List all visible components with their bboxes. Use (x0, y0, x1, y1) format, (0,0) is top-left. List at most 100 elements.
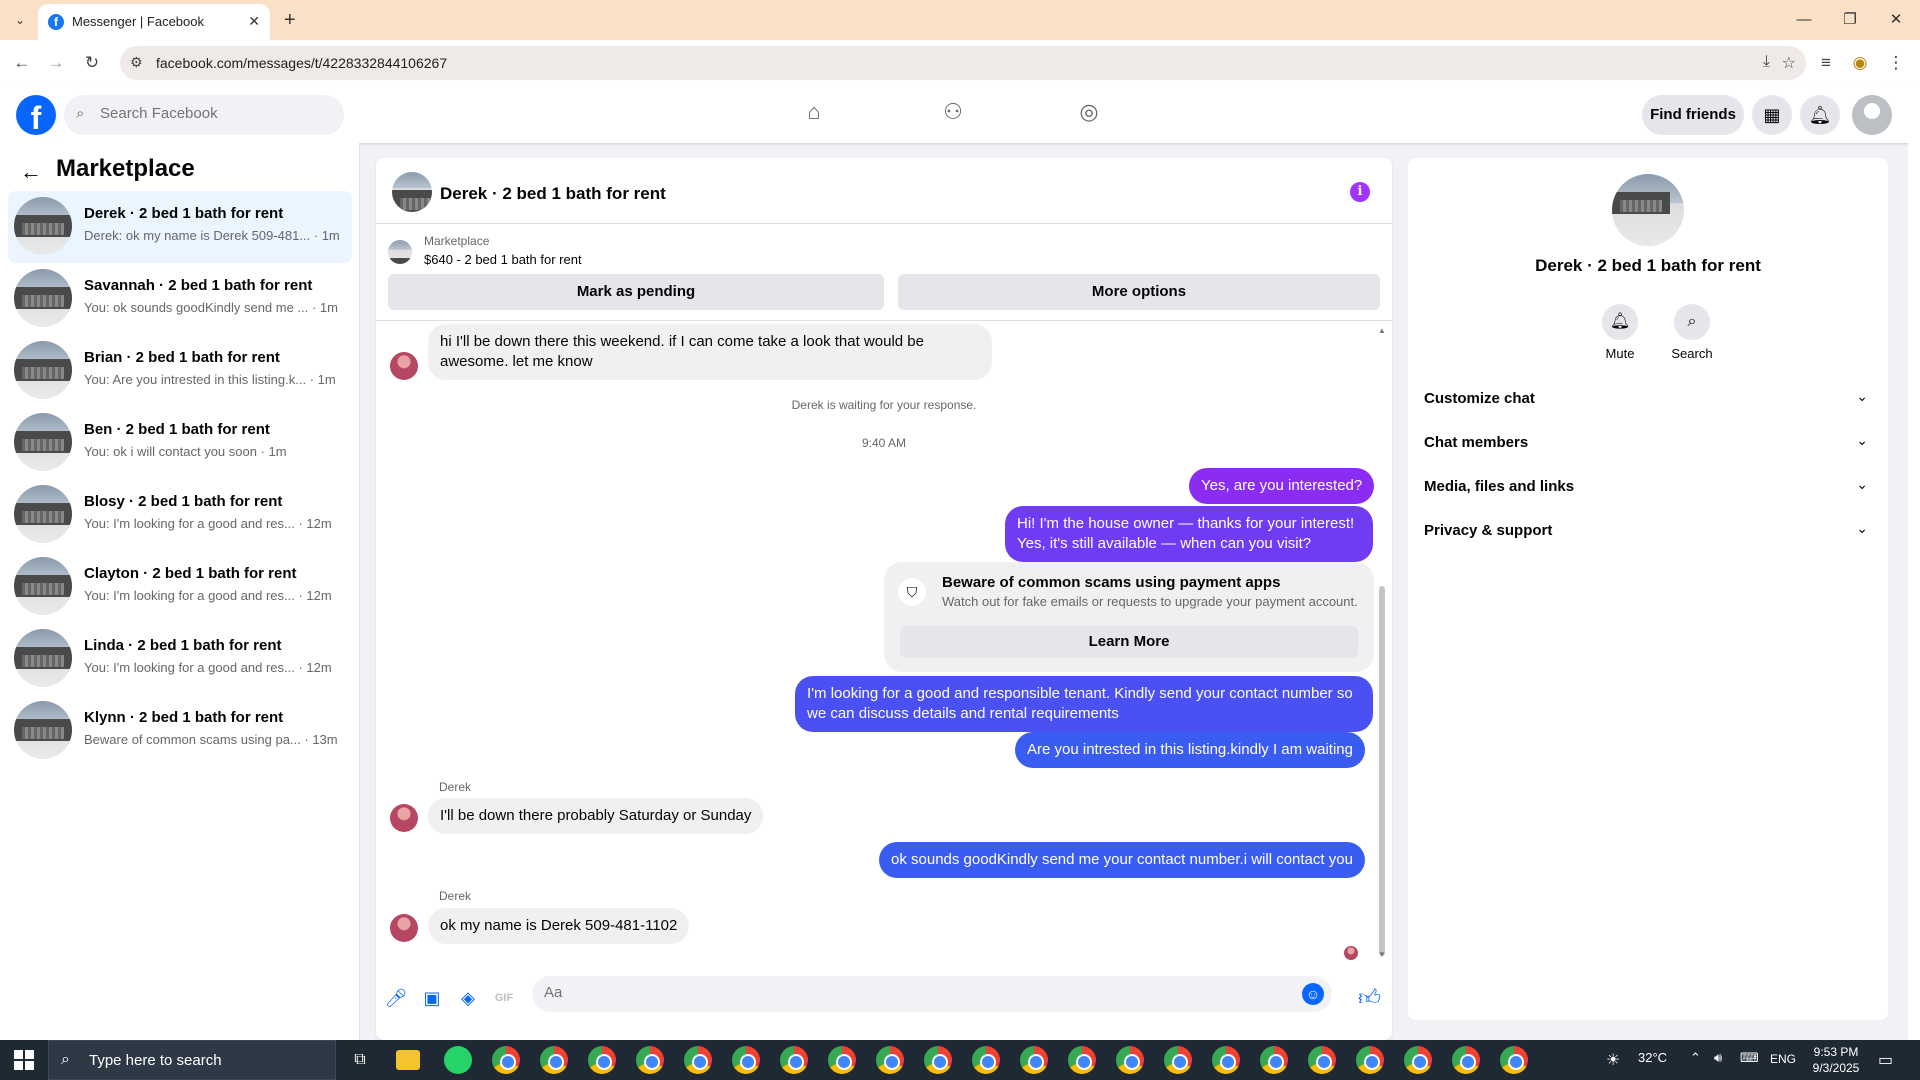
derek-avatar[interactable] (390, 804, 418, 832)
conversation-item[interactable]: Derek · 2 bed 1 bath for rent Derek: ok m… (8, 191, 352, 263)
photo-icon[interactable]: ▣ (420, 986, 444, 1010)
whatsapp-icon[interactable] (444, 1046, 472, 1074)
gif-icon[interactable]: GIF (492, 986, 516, 1010)
chrome-icon[interactable] (1404, 1046, 1432, 1074)
thumbs-up-icon[interactable]: 👍︎ (1358, 984, 1381, 1011)
minimize-icon[interactable]: — (1792, 8, 1816, 32)
message-composer[interactable]: ☺ (532, 976, 1332, 1012)
chrome-icon[interactable] (828, 1046, 856, 1074)
learn-more-button[interactable]: Learn More (900, 626, 1358, 658)
keyboard-icon[interactable]: ⌨ (1740, 1050, 1759, 1066)
chrome-icon[interactable] (588, 1046, 616, 1074)
conversation-item[interactable]: Clayton · 2 bed 1 bath for rent You: I'm … (8, 551, 352, 623)
chat-scrollbar[interactable]: ▲ ▼ (1377, 326, 1387, 966)
emoji-icon[interactable]: ☺ (1302, 983, 1324, 1005)
url-text[interactable]: facebook.com/messages/t/4228332844106267 (156, 55, 447, 71)
friends-icon[interactable]: ⚇ (933, 99, 973, 131)
groups-icon[interactable]: ◎ (1069, 99, 1109, 131)
close-window-icon[interactable]: ✕ (1884, 8, 1908, 32)
account-avatar[interactable] (1852, 95, 1892, 135)
home-icon[interactable]: ⌂ (794, 99, 834, 131)
facebook-search[interactable]: ⌕ (64, 95, 344, 135)
derek-avatar[interactable] (390, 352, 418, 380)
back-icon[interactable]: ← (10, 51, 34, 75)
chrome-icon[interactable] (1116, 1046, 1144, 1074)
derek-avatar[interactable] (390, 914, 418, 942)
message-input[interactable] (544, 984, 1284, 1001)
bookmark-star-icon[interactable]: ☆ (1782, 53, 1796, 73)
weather-icon[interactable]: ☀ (1606, 1050, 1620, 1070)
chrome-icon[interactable] (492, 1046, 520, 1074)
chrome-icon[interactable] (876, 1046, 904, 1074)
search-button[interactable]: ⌕ Search (1662, 304, 1722, 361)
chrome-icon[interactable] (1068, 1046, 1096, 1074)
language-indicator[interactable]: ENG (1770, 1052, 1796, 1066)
chrome-icon[interactable] (1212, 1046, 1240, 1074)
scroll-up-icon[interactable]: ▲ (1378, 326, 1386, 335)
chrome-icon[interactable] (540, 1046, 568, 1074)
facebook-search-input[interactable] (100, 105, 330, 122)
forward-icon[interactable]: → (44, 51, 68, 75)
profile-thumbnail[interactable] (1612, 174, 1684, 246)
facebook-logo-icon[interactable]: f (16, 95, 56, 136)
scroll-thumb[interactable] (1379, 586, 1385, 956)
chrome-icon[interactable] (684, 1046, 712, 1074)
microphone-icon[interactable]: 🎤︎ (384, 986, 408, 1010)
chrome-icon[interactable] (780, 1046, 808, 1074)
conversation-item[interactable]: Linda · 2 bed 1 bath for rent You: I'm lo… (8, 623, 352, 695)
chrome-icon[interactable] (636, 1046, 664, 1074)
taskbar-search[interactable]: ⌕ Type here to search (48, 1040, 336, 1080)
conversation-item[interactable]: Klynn · 2 bed 1 bath for rent Beware of c… (8, 695, 352, 767)
file-explorer-icon[interactable] (396, 1050, 420, 1070)
chat-thumbnail[interactable] (392, 172, 432, 212)
chrome-icon[interactable] (732, 1046, 760, 1074)
chrome-icon[interactable] (1020, 1046, 1048, 1074)
media-files-row[interactable]: Media, files and links ⌄ (1424, 468, 1872, 508)
privacy-support-row[interactable]: Privacy & support ⌄ (1424, 512, 1872, 552)
chrome-icon[interactable] (972, 1046, 1000, 1074)
task-view-icon[interactable]: ⧉ (346, 1046, 374, 1074)
profile-icon[interactable]: ◉ (1848, 51, 1872, 75)
reload-icon[interactable]: ↻ (80, 51, 104, 75)
chrome-icon[interactable] (1500, 1046, 1528, 1074)
back-arrow-icon[interactable]: ← (20, 159, 42, 185)
notifications-bell-icon[interactable]: 🔔︎ (1800, 95, 1840, 135)
info-icon[interactable]: i (1350, 182, 1370, 202)
chrome-icon[interactable] (1452, 1046, 1480, 1074)
browser-menu-icon[interactable]: ⋮ (1884, 51, 1908, 75)
windows-start-icon[interactable] (14, 1050, 34, 1070)
address-bar[interactable]: ⚙ facebook.com/messages/t/42283328441062… (120, 46, 1806, 80)
chrome-icon[interactable] (1164, 1046, 1192, 1074)
tab-search-icon[interactable]: ⌄ (8, 8, 32, 32)
volume-icon[interactable]: 🔊︎ (1714, 1050, 1722, 1066)
close-tab-icon[interactable]: ✕ (248, 13, 260, 30)
conversation-item[interactable]: Savannah · 2 bed 1 bath for rent You: ok … (8, 263, 352, 335)
restore-icon[interactable]: ❐ (1838, 8, 1862, 32)
mute-button[interactable]: 🔔︎ Mute (1590, 304, 1650, 361)
tab-messenger[interactable]: f Messenger | Facebook ✕ (38, 4, 270, 40)
sticker-icon[interactable]: ◈ (456, 986, 480, 1010)
scroll-down-icon[interactable]: ▼ (1378, 950, 1386, 959)
menu-grid-icon[interactable]: ▦ (1752, 95, 1792, 135)
site-info-icon[interactable]: ⚙ (130, 54, 143, 71)
chrome-icon[interactable] (924, 1046, 952, 1074)
new-tab-icon[interactable]: + (284, 8, 296, 32)
mark-as-pending-button[interactable]: Mark as pending (388, 274, 884, 310)
conversation-item[interactable]: Blosy · 2 bed 1 bath for rent You: I'm lo… (8, 479, 352, 551)
conversation-item[interactable]: Brian · 2 bed 1 bath for rent You: Are yo… (8, 335, 352, 407)
chrome-icon[interactable] (1308, 1046, 1336, 1074)
tray-chevron-icon[interactable]: ⌃ (1690, 1050, 1701, 1066)
more-options-button[interactable]: More options (898, 274, 1380, 310)
media-controls-icon[interactable]: ≡ (1814, 51, 1838, 75)
chat-members-row[interactable]: Chat members ⌄ (1424, 424, 1872, 464)
find-friends-button[interactable]: Find friends (1642, 95, 1744, 135)
clock[interactable]: 9:53 PM 9/3/2025 (1806, 1044, 1866, 1076)
conversation-item[interactable]: Ben · 2 bed 1 bath for rent You: ok i wil… (8, 407, 352, 479)
chrome-icon[interactable] (1260, 1046, 1288, 1074)
page-scrollbar[interactable] (1908, 87, 1920, 1040)
customize-chat-row[interactable]: Customize chat ⌄ (1424, 380, 1872, 420)
chrome-icon[interactable] (1356, 1046, 1384, 1074)
chat-title[interactable]: Derek · 2 bed 1 bath for rent (440, 184, 666, 204)
temperature[interactable]: 32°C (1638, 1050, 1667, 1065)
notification-center-icon[interactable]: ▭ (1878, 1050, 1893, 1070)
